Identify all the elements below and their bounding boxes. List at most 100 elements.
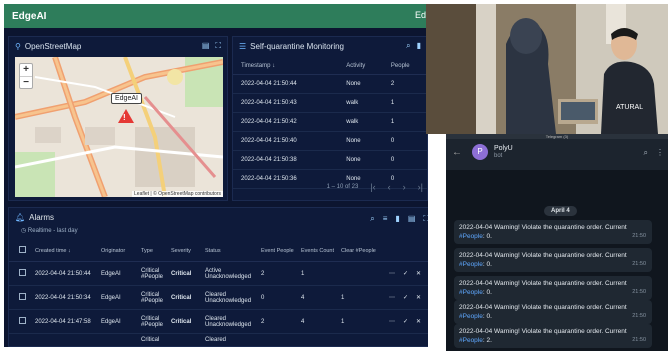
row-checkbox[interactable] xyxy=(19,293,26,300)
message-time: 21:50 xyxy=(632,289,646,295)
cell-time: 2022-04-04 21:50:34 xyxy=(31,285,97,310)
column-header[interactable]: Originator xyxy=(97,242,137,262)
next-page-icon[interactable]: › xyxy=(403,182,406,192)
alarm-panel: 🔔︎ Alarms ◷ Realtime - last day ⌕ ≡ ▮ ▤ … xyxy=(8,207,428,347)
first-page-icon[interactable]: |‹ xyxy=(370,182,375,192)
cell-type: Critical xyxy=(137,333,167,347)
cell-people: 0 xyxy=(382,150,427,170)
row-checkbox[interactable] xyxy=(19,269,26,276)
bell-icon: 🔔︎ xyxy=(15,212,26,222)
cell-type: Critical #People xyxy=(137,261,167,286)
cell-clear-people: 1 xyxy=(337,285,385,310)
table-row[interactable]: 2022-04-04 21:47:58 EdgeAI Critical #Peo… xyxy=(9,309,428,334)
cell-severity: Critical xyxy=(167,285,201,310)
acknowledge-icon[interactable]: ✓ xyxy=(403,319,408,325)
select-all-checkbox[interactable] xyxy=(19,246,26,253)
back-arrow-icon[interactable]: ← xyxy=(452,147,462,158)
table-row[interactable]: 2022-04-04 21:50:44 None 2 xyxy=(233,74,427,94)
search-icon[interactable]: ⌕ xyxy=(370,214,374,224)
camera-feed: ATURAL xyxy=(426,4,668,134)
table-row-partial[interactable]: Critical Cleared xyxy=(9,333,428,347)
cell-status: Cleared Unacknowledged xyxy=(201,309,257,334)
cell-people: 1 xyxy=(382,112,427,132)
more-icon[interactable]: ⋯ xyxy=(389,271,395,277)
column-header[interactable]: People xyxy=(382,59,427,75)
zoom-in-button[interactable]: + xyxy=(20,64,32,76)
clear-icon[interactable]: ✕ xyxy=(416,271,421,277)
message-text: 2022-04-04 Warning! Violate the quaranti… xyxy=(459,280,627,287)
cell-timestamp: 2022-04-04 21:50:38 xyxy=(233,150,339,170)
message-bubble[interactable]: 2022-04-04 Warning! Violate the quaranti… xyxy=(454,324,652,348)
column-header[interactable]: Type xyxy=(137,242,167,262)
alarm-panel-header: 🔔︎ Alarms xyxy=(9,208,428,226)
warning-marker-icon[interactable] xyxy=(118,109,134,123)
cell-activity: None xyxy=(338,74,383,94)
marker-exclamation: ! xyxy=(123,113,126,122)
cell-activity: None xyxy=(338,150,383,170)
column-header[interactable]: Status xyxy=(201,242,257,262)
prev-page-icon[interactable]: ‹ xyxy=(388,182,391,192)
more-icon[interactable]: ⋯ xyxy=(389,319,395,325)
search-icon[interactable]: ⌕ xyxy=(406,41,410,51)
cell-originator: EdgeAI xyxy=(97,261,137,286)
more-vertical-icon[interactable]: ⋮ xyxy=(656,148,664,158)
clear-icon[interactable]: ✕ xyxy=(416,319,421,325)
window-title: Telegram (3) xyxy=(446,134,668,139)
filter-icon[interactable]: ≡ xyxy=(383,214,388,224)
fullscreen-icon[interactable]: ⛶ xyxy=(423,214,428,224)
column-header[interactable]: Created time ↓ xyxy=(31,242,97,262)
cell-type: Critical #People xyxy=(137,285,167,310)
column-header[interactable]: Timestamp ↓ xyxy=(233,59,339,75)
hashtag-link[interactable]: #People xyxy=(459,289,483,296)
column-header[interactable]: Activity xyxy=(338,59,383,75)
acknowledge-icon[interactable]: ✓ xyxy=(403,295,408,301)
map-view[interactable]: + − EdgeAI ! Leaflet | © OpenStreetMap c… xyxy=(15,57,223,197)
cell-activity: walk xyxy=(338,112,383,132)
avatar[interactable]: P xyxy=(472,144,488,160)
table-row[interactable]: 2022-04-04 21:50:42 walk 1 xyxy=(233,112,427,132)
cell-activity: None xyxy=(338,131,383,151)
export-icon[interactable]: ▤ xyxy=(202,41,210,51)
table-row[interactable]: 2022-04-04 21:50:43 walk 1 xyxy=(233,93,427,113)
message-bubble[interactable]: 2022-04-04 Warning! Violate the quaranti… xyxy=(454,248,652,272)
zoom-out-button[interactable]: − xyxy=(20,76,32,88)
hashtag-link[interactable]: #People xyxy=(459,337,483,344)
column-header[interactable]: Severity xyxy=(167,242,201,262)
column-header[interactable]: Event People xyxy=(257,242,297,262)
monitor-panel-header: ☰ Self-quarantine Monitoring ⌕ ▮ xyxy=(233,37,427,55)
cell-clear-people xyxy=(337,261,385,286)
fullscreen-icon[interactable]: ⛶ xyxy=(215,41,221,51)
map-attribution[interactable]: Leaflet | © OpenStreetMap contributors xyxy=(132,191,223,197)
table-row[interactable]: 2022-04-04 21:50:44 EdgeAI Critical #Peo… xyxy=(9,261,428,286)
cell-event-people: 2 xyxy=(257,261,297,286)
pagination: 1 – 10 of 23 |‹ ‹ › ›| xyxy=(327,182,423,192)
cell-time: 2022-04-04 21:47:58 xyxy=(31,309,97,334)
row-checkbox[interactable] xyxy=(19,317,26,324)
columns-icon[interactable]: ▮ xyxy=(395,214,399,224)
columns-icon[interactable]: ▮ xyxy=(417,41,421,51)
more-icon[interactable]: ⋯ xyxy=(389,295,395,301)
message-bubble[interactable]: 2022-04-04 Warning! Violate the quaranti… xyxy=(454,220,652,244)
cell-status: Active Unacknowledged xyxy=(201,261,257,286)
alarm-timewindow[interactable]: ◷ Realtime - last day xyxy=(21,227,78,234)
message-bubble[interactable]: 2022-04-04 Warning! Violate the quaranti… xyxy=(454,276,652,300)
last-page-icon[interactable]: ›| xyxy=(418,182,423,192)
hashtag-link[interactable]: #People xyxy=(459,261,483,268)
message-bubble[interactable]: 2022-04-04 Warning! Violate the quaranti… xyxy=(454,300,652,324)
list-icon: ☰ xyxy=(239,41,247,51)
marker-label: EdgeAI xyxy=(111,93,142,104)
hashtag-link[interactable]: #People xyxy=(459,313,483,320)
column-header[interactable]: Clear #People xyxy=(337,242,385,262)
camera-frame-image: ATURAL xyxy=(426,4,668,134)
export-icon[interactable]: ▤ xyxy=(408,214,416,224)
search-icon[interactable]: ⌕ xyxy=(644,148,648,158)
table-row[interactable]: 2022-04-04 21:50:40 None 0 xyxy=(233,131,427,151)
table-row[interactable]: 2022-04-04 21:50:38 None 0 xyxy=(233,150,427,170)
column-header[interactable]: Events Count xyxy=(297,242,337,262)
cell-people: 2 xyxy=(382,74,427,94)
message-count: : 2. xyxy=(482,337,492,344)
acknowledge-icon[interactable]: ✓ xyxy=(403,271,408,277)
hashtag-link[interactable]: #People xyxy=(459,233,483,240)
table-row[interactable]: 2022-04-04 21:50:34 EdgeAI Critical #Peo… xyxy=(9,285,428,310)
clear-icon[interactable]: ✕ xyxy=(416,295,421,301)
